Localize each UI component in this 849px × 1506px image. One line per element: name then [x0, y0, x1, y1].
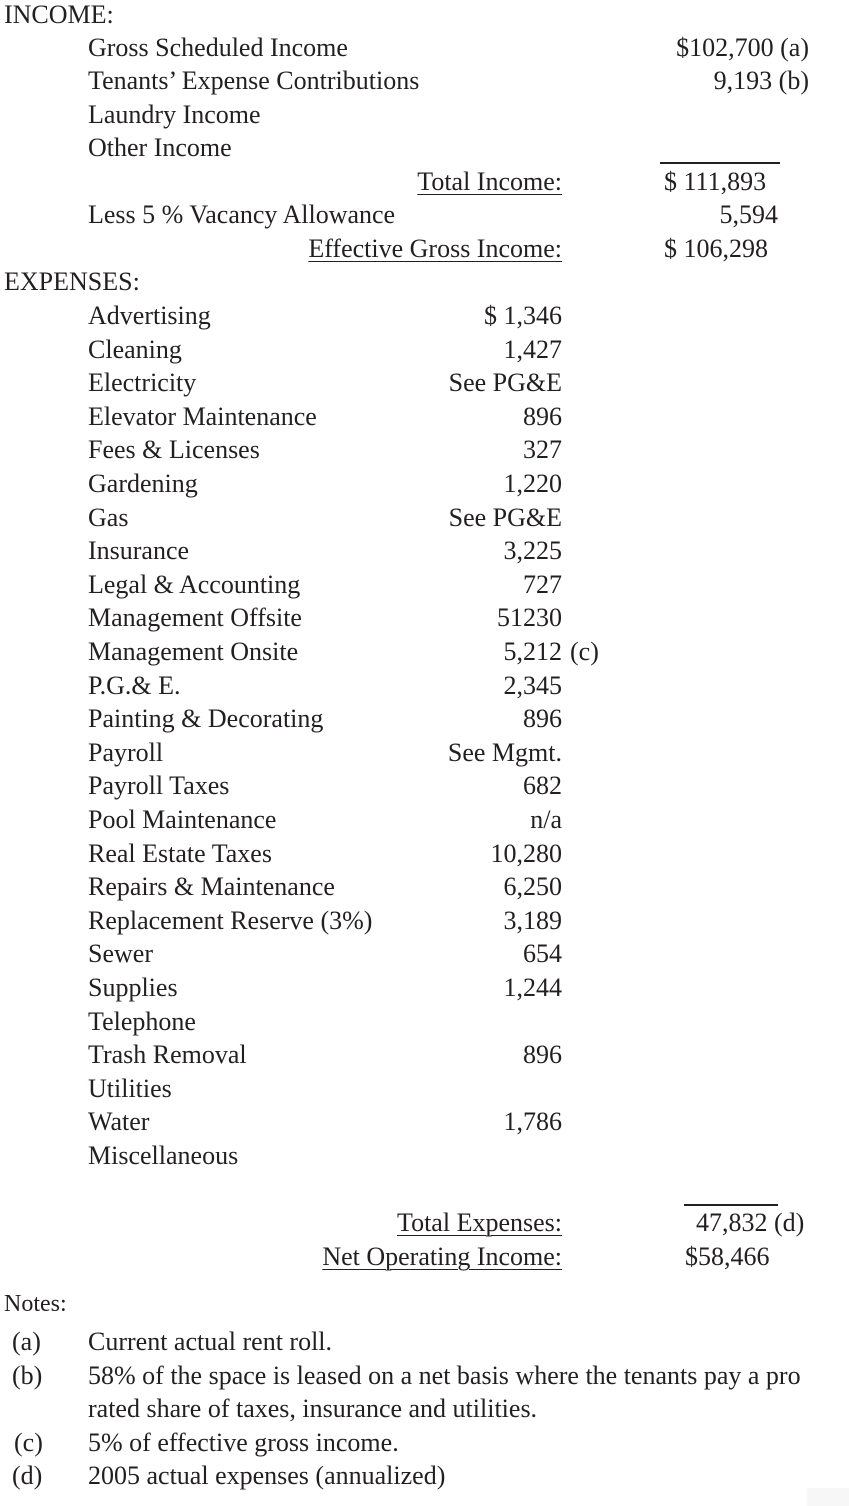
- expense-label-real-estate-taxes: Real Estate Taxes: [88, 839, 272, 868]
- expense-value-insurance: 3,225: [503, 536, 563, 565]
- expense-label-trash-removal: Trash Removal: [88, 1040, 247, 1069]
- note-marker-b: (b): [12, 1361, 43, 1390]
- expense-label-telephone: Telephone: [88, 1007, 196, 1036]
- expense-label-sewer: Sewer: [88, 939, 153, 968]
- total-income-label: Total Income:: [417, 167, 562, 196]
- expense-value-p-g-e: 2,345: [503, 671, 563, 700]
- expense-label-elevator-maintenance: Elevator Maintenance: [88, 402, 317, 431]
- total-expenses-rule: [684, 1204, 778, 1206]
- expense-value-legal-accounting: 727: [523, 570, 562, 599]
- egi-value: $ 106,298: [664, 234, 768, 263]
- total-expenses-label: Total Expenses:: [397, 1208, 562, 1237]
- expense-label-supplies: Supplies: [88, 973, 178, 1002]
- income-label-laundry: Laundry Income: [88, 100, 261, 129]
- note-text-b-line1: 58% of the space is leased on a net basi…: [88, 1361, 801, 1390]
- expense-value-payroll: See Mgmt.: [447, 738, 562, 767]
- income-label-tenant-contributions: Tenants’ Expense Contributions: [88, 66, 420, 95]
- noi-label: Net Operating Income:: [322, 1242, 562, 1271]
- expense-label-repairs-maintenance: Repairs & Maintenance: [88, 872, 335, 901]
- expense-value-painting-decorating: 896: [523, 704, 562, 733]
- expense-value-trash-removal: 896: [523, 1040, 562, 1069]
- expense-label-painting-decorating: Painting & Decorating: [88, 704, 324, 733]
- vacancy-label: Less 5 % Vacancy Allowance: [88, 200, 396, 229]
- expense-value-advertising: $ 1,346: [484, 301, 562, 330]
- note-text-a: Current actual rent roll.: [88, 1327, 333, 1356]
- expense-label-miscellaneous: Miscellaneous: [88, 1141, 239, 1170]
- expense-value-supplies: 1,244: [503, 973, 563, 1002]
- note-marker-d: (d): [12, 1461, 43, 1490]
- expense-label-p-g-e: P.G.& E.: [88, 671, 181, 700]
- expense-label-management-offsite: Management Offsite: [88, 603, 302, 632]
- expense-value-elevator-maintenance: 896: [523, 402, 562, 431]
- expense-value-sewer: 654: [523, 939, 562, 968]
- expense-label-electricity: Electricity: [88, 368, 197, 397]
- expense-label-legal-accounting: Legal & Accounting: [88, 570, 301, 599]
- expense-label-payroll: Payroll: [88, 738, 164, 767]
- expense-label-advertising: Advertising: [88, 301, 211, 330]
- expense-label-cleaning: Cleaning: [88, 335, 182, 364]
- expense-label-pool-maintenance: Pool Maintenance: [88, 805, 277, 834]
- expense-value-repairs-maintenance: 6,250: [503, 872, 563, 901]
- expense-value-cleaning: 1,427: [503, 335, 563, 364]
- expense-label-gardening: Gardening: [88, 469, 198, 498]
- vacancy-value: 5,594: [719, 200, 779, 229]
- expense-value-management-offsite: 51230: [497, 603, 562, 632]
- expense-label-insurance: Insurance: [88, 536, 190, 565]
- total-income-rule: [660, 162, 780, 164]
- income-heading: INCOME:: [4, 0, 114, 29]
- note-text-c: 5% of effective gross income.: [88, 1428, 399, 1457]
- total-expenses-value: 47,832 (d): [696, 1208, 805, 1237]
- note-text-d: 2005 actual expenses (annualized): [88, 1461, 446, 1490]
- expense-label-utilities: Utilities: [88, 1074, 172, 1103]
- expense-value-pool-maintenance: n/a: [530, 805, 562, 834]
- expense-value-electricity: See PG&E: [448, 368, 562, 397]
- total-income-value: $ 111,893: [664, 167, 767, 196]
- note-text-b-line2: rated share of taxes, insurance and util…: [88, 1394, 538, 1423]
- expenses-heading: EXPENSES:: [4, 267, 140, 296]
- expense-label-management-onsite: Management Onsite: [88, 637, 299, 666]
- expense-value-water: 1,786: [503, 1107, 563, 1136]
- expense-value-real-estate-taxes: 10,280: [490, 839, 563, 868]
- egi-label: Effective Gross Income:: [308, 234, 562, 263]
- expense-value-fees-licenses: 327: [523, 435, 562, 464]
- expense-label-replacement-reserve-3: Replacement Reserve (3%): [88, 906, 373, 935]
- income-label-gross-scheduled: Gross Scheduled Income: [88, 33, 348, 62]
- expense-value-gas: See PG&E: [448, 503, 562, 532]
- expense-value-management-onsite: 5,212: [503, 637, 563, 666]
- note-marker-a: (a): [12, 1327, 41, 1356]
- income-label-other: Other Income: [88, 133, 232, 162]
- expense-value-gardening: 1,220: [503, 469, 563, 498]
- note-marker-c: (c): [14, 1428, 43, 1457]
- noi-value: $58,466: [685, 1242, 770, 1271]
- expense-note-management-onsite: (c): [570, 637, 599, 666]
- expense-label-fees-licenses: Fees & Licenses: [88, 435, 260, 464]
- income-value-tenant-contributions: 9,193 (b): [713, 66, 809, 95]
- corner-patch: [807, 1488, 849, 1506]
- income-value-gross-scheduled: $102,700 (a): [676, 33, 809, 62]
- notes-heading: Notes:: [4, 1291, 67, 1317]
- expense-label-payroll-taxes: Payroll Taxes: [88, 771, 230, 800]
- expense-value-replacement-reserve-3: 3,189: [503, 906, 563, 935]
- expense-label-gas: Gas: [88, 503, 129, 532]
- expense-value-payroll-taxes: 682: [523, 771, 562, 800]
- expense-label-water: Water: [88, 1107, 150, 1136]
